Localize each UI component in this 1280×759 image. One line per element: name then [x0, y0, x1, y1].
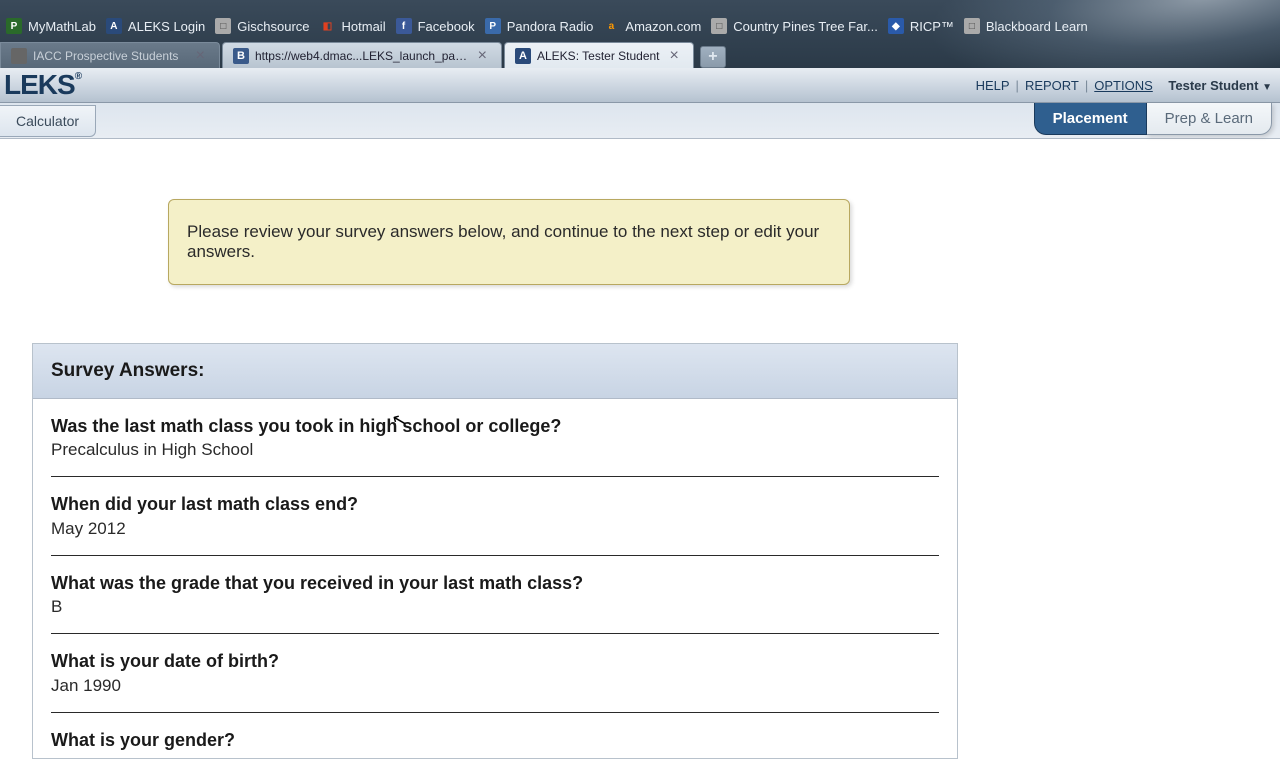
close-icon[interactable]: × — [192, 47, 209, 65]
review-notice: Please review your survey answers below,… — [168, 199, 850, 285]
survey-qa-block: Was the last math class you took in high… — [51, 399, 939, 477]
header-right-nav: HELP | REPORT | OPTIONS Tester Student ▼ — [976, 78, 1272, 93]
bookmark-item[interactable]: □ Country Pines Tree Far... — [711, 18, 878, 34]
close-icon[interactable]: × — [666, 47, 683, 65]
app-header: LEKS® HELP | REPORT | OPTIONS Tester Stu… — [0, 68, 1280, 103]
bookmark-favicon-icon: A — [106, 18, 122, 34]
survey-answer: May 2012 — [51, 519, 939, 539]
survey-answers-heading: Survey Answers: — [33, 344, 957, 399]
survey-question: What was the grade that you received in … — [51, 572, 939, 595]
survey-qa-block: What is your date of birth? Jan 1990 — [51, 634, 939, 712]
survey-qa-block: When did your last math class end? May 20… — [51, 477, 939, 555]
bookmark-label: Hotmail — [342, 19, 386, 34]
survey-qa-block: What is your gender? — [51, 713, 939, 758]
tab-title: ALEKS: Tester Student — [537, 49, 660, 63]
tab-favicon-icon — [11, 48, 27, 64]
bookmark-item[interactable]: P Pandora Radio — [485, 18, 594, 34]
bookmark-label: Blackboard Learn — [986, 19, 1088, 34]
help-link[interactable]: HELP — [976, 78, 1010, 93]
survey-answer: Precalculus in High School — [51, 440, 939, 460]
bookmark-label: Gischsource — [237, 19, 309, 34]
bookmark-item[interactable]: a Amazon.com — [603, 18, 701, 34]
bookmark-item[interactable]: A ALEKS Login — [106, 18, 205, 34]
bookmark-item[interactable]: P MyMathLab — [6, 18, 96, 34]
bookmark-item[interactable]: ◆ RICP™ — [888, 18, 954, 34]
tab-favicon-icon: A — [515, 48, 531, 64]
bookmark-favicon-icon: ◆ — [888, 18, 904, 34]
bookmark-label: ALEKS Login — [128, 19, 205, 34]
user-menu[interactable]: Tester Student ▼ — [1168, 78, 1272, 93]
tab-favicon-icon: B — [233, 48, 249, 64]
survey-answer: B — [51, 597, 939, 617]
bookmark-favicon-icon: a — [603, 18, 619, 34]
toolbar-row: Calculator Placement Prep & Learn — [0, 103, 1280, 139]
survey-answer: Jan 1990 — [51, 676, 939, 696]
survey-question: What is your gender? — [51, 729, 939, 752]
bookmark-label: MyMathLab — [28, 19, 96, 34]
tab-title: https://web4.dmac...LEKS_launch_page — [255, 49, 468, 63]
tab-title: IACC Prospective Students — [33, 49, 178, 63]
bookmark-label: Facebook — [418, 19, 475, 34]
bookmark-favicon-icon: P — [485, 18, 501, 34]
bookmark-item[interactable]: □ Blackboard Learn — [964, 18, 1088, 34]
chevron-down-icon: ▼ — [1262, 82, 1272, 93]
bookmark-item[interactable]: f Facebook — [396, 18, 475, 34]
bookmark-label: Amazon.com — [625, 19, 701, 34]
new-tab-button[interactable]: + — [700, 46, 726, 68]
browser-tabs-row: IACC Prospective Students×Bhttps://web4.… — [0, 40, 1280, 68]
app-mode-tabs: Placement Prep & Learn — [1035, 103, 1272, 139]
options-link[interactable]: OPTIONS — [1094, 78, 1153, 93]
bookmark-item[interactable]: ◧ Hotmail — [320, 18, 386, 34]
bookmark-favicon-icon: □ — [711, 18, 727, 34]
bookmark-favicon-icon: ◧ — [320, 18, 336, 34]
close-icon[interactable]: × — [474, 47, 491, 65]
survey-qa-block: What was the grade that you received in … — [51, 556, 939, 634]
survey-body: Was the last math class you took in high… — [33, 399, 957, 758]
calculator-button[interactable]: Calculator — [0, 105, 96, 137]
aleks-logo: LEKS® — [0, 69, 81, 101]
bookmark-label: RICP™ — [910, 19, 954, 34]
survey-question: What is your date of birth? — [51, 650, 939, 673]
survey-answers-panel: Survey Answers: Was the last math class … — [32, 343, 958, 759]
bookmark-favicon-icon: f — [396, 18, 412, 34]
browser-tab[interactable]: IACC Prospective Students × — [0, 42, 220, 68]
browser-chrome: P MyMathLab A ALEKS Login □ Gischsource ◧ Hotma… — [0, 0, 1280, 68]
bookmark-favicon-icon: □ — [215, 18, 231, 34]
bookmark-favicon-icon: P — [6, 18, 22, 34]
bookmark-label: Country Pines Tree Far... — [733, 19, 878, 34]
survey-question: When did your last math class end? — [51, 493, 939, 516]
report-link[interactable]: REPORT — [1025, 78, 1079, 93]
browser-tab[interactable]: A ALEKS: Tester Student × — [504, 42, 694, 68]
bookmarks-bar: P MyMathLab A ALEKS Login □ Gischsource ◧ Hotma… — [0, 14, 1280, 38]
bookmark-favicon-icon: □ — [964, 18, 980, 34]
tab-prep-learn[interactable]: Prep & Learn — [1146, 103, 1272, 135]
content-area: Please review your survey answers below,… — [0, 139, 1280, 759]
bookmark-label: Pandora Radio — [507, 19, 594, 34]
bookmark-item[interactable]: □ Gischsource — [215, 18, 309, 34]
survey-question: Was the last math class you took in high… — [51, 415, 939, 438]
tab-placement[interactable]: Placement — [1034, 103, 1147, 135]
browser-tab[interactable]: Bhttps://web4.dmac...LEKS_launch_page × — [222, 42, 502, 68]
